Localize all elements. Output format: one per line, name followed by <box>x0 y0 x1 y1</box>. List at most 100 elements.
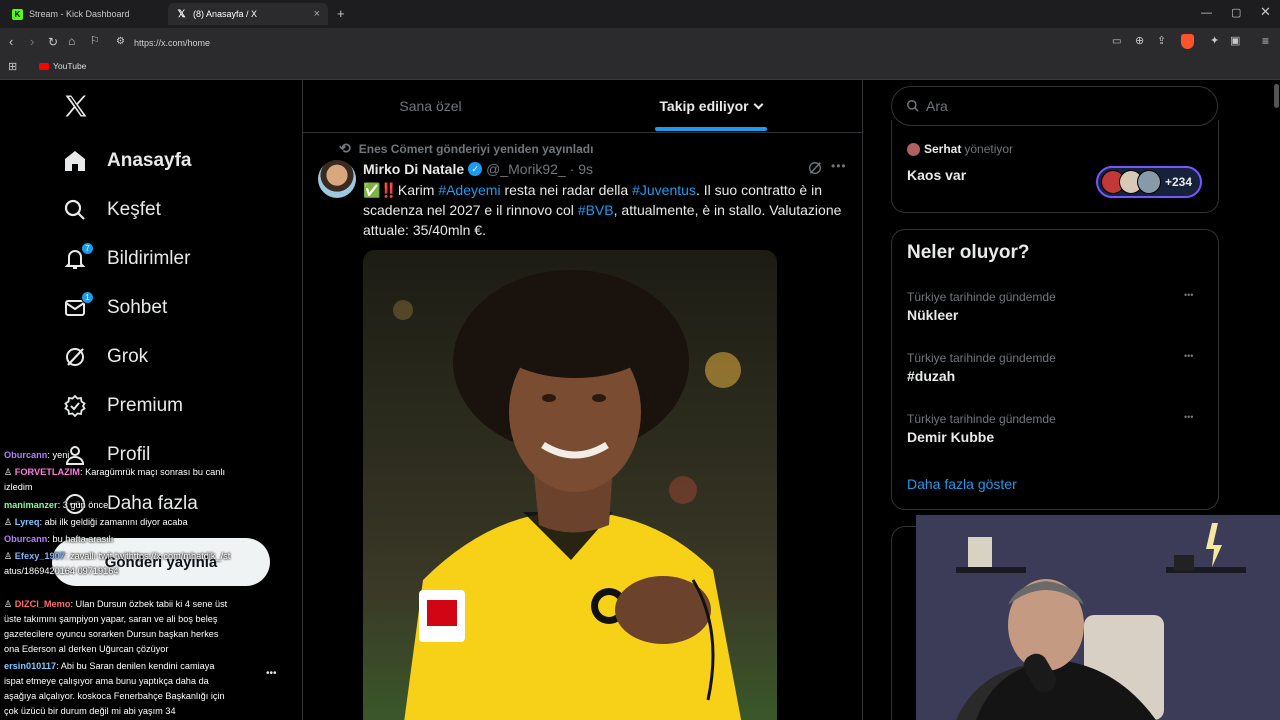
extensions-icon[interactable]: ✦ <box>1210 34 1219 48</box>
notification-badge: 7 <box>81 242 94 255</box>
chat-user: Lyreq <box>14 517 40 527</box>
back-icon[interactable]: ‹ <box>9 35 13 49</box>
nav-item-premium[interactable]: Premium <box>62 388 183 424</box>
tab-title: (8) Anasayfa / X <box>193 9 258 19</box>
trend-item[interactable]: Türkiye tarihinde gündemde #duzah ••• <box>892 347 1218 397</box>
chat-user: Oburcann <box>4 534 48 544</box>
tab-takip-ediliyor[interactable]: Takip ediliyor <box>603 80 818 132</box>
forward-icon[interactable]: › <box>30 35 34 49</box>
bookmark-label: YouTube <box>53 61 87 71</box>
share-icon[interactable]: ⇪ <box>1157 34 1166 48</box>
badge-icon: ♙ <box>4 517 15 527</box>
member-avatar <box>1137 170 1161 194</box>
badge-icon: ♙ <box>4 551 15 561</box>
post-more-icon[interactable]: ••• <box>831 159 847 173</box>
maximize-button[interactable]: ▢ <box>1231 6 1241 20</box>
account-more-icon[interactable]: ••• <box>266 668 277 679</box>
mail-icon: 1 <box>62 291 94 321</box>
post-text: ✅‼️Karim #Adeyemi resta nei radar della … <box>363 182 842 238</box>
minimize-button[interactable]: — <box>1201 6 1212 20</box>
avatar[interactable] <box>318 160 356 198</box>
webcam-overlay <box>916 515 1280 720</box>
close-window-button[interactable]: ✕ <box>1260 5 1271 19</box>
bookmark-youtube[interactable]: YouTube <box>39 61 86 71</box>
search-icon <box>907 100 919 112</box>
nav-item-anasayfa[interactable]: Anasayfa <box>62 143 192 179</box>
trend-more-icon[interactable]: ••• <box>1184 290 1193 300</box>
community-name: Kaos var <box>907 167 967 183</box>
x-logo-icon[interactable] <box>62 92 90 122</box>
home-browser-icon[interactable]: ⌂ <box>68 34 75 48</box>
manager-avatar <box>907 142 920 156</box>
chat-message: ♙ Efexy_1907: zavallı twit twithttps://x… <box>4 551 231 576</box>
reload-icon[interactable]: ↻ <box>48 35 58 49</box>
new-tab-button[interactable]: + <box>337 7 345 21</box>
trend-context: Türkiye tarihinde gündemde <box>907 290 1056 304</box>
tab-label: Takip ediliyor <box>659 98 749 114</box>
chat-message: Oburcann: bu hafta arasılı <box>4 534 114 544</box>
brave-shield-icon[interactable] <box>1181 34 1194 49</box>
nav-label: Anasayfa <box>107 150 192 171</box>
premium-icon <box>62 393 88 419</box>
author-handle[interactable]: @_Morik92_ <box>486 161 566 177</box>
tab-sana-ozel[interactable]: Sana özel <box>303 80 558 132</box>
menu-icon[interactable]: ≡ <box>1262 34 1269 48</box>
hashtag-juventus[interactable]: #Juventus <box>632 182 696 198</box>
trend-name: Demir Kubbe <box>907 429 995 445</box>
trend-name: #duzah <box>907 368 956 384</box>
hashtag-bvb[interactable]: #BVB <box>578 202 614 218</box>
apps-grid-icon[interactable]: ⊞ <box>8 60 17 74</box>
chevron-down-icon <box>753 99 764 109</box>
chat-message: Oburcann: yeni <box>4 450 70 460</box>
post-image[interactable] <box>363 250 777 720</box>
community-card[interactable]: Serhat yönetiyor Kaos var +234 <box>891 120 1219 213</box>
post-time[interactable]: · 9s <box>570 161 593 177</box>
nav-label: Bildirimler <box>107 248 191 269</box>
browser-tab-bar: K Stream - Kick Dashboard 𝕏 (8) Anasayfa… <box>0 0 1280 28</box>
zoom-icon[interactable]: ⊕ <box>1135 34 1144 48</box>
close-tab-icon[interactable]: × <box>314 8 320 20</box>
repost-text: Enes Cömert gönderiyi yeniden yayınladı <box>358 141 594 156</box>
community-members: +234 <box>1096 166 1202 198</box>
hashtag-adeyemi[interactable]: #Adeyemi <box>438 182 500 198</box>
grok-post-icon[interactable] <box>807 160 823 181</box>
chat-message: manimanzer: 3 gün önce <box>4 500 109 510</box>
trend-item[interactable]: Türkiye tarihinde gündemde Demir Kubbe •… <box>892 408 1218 458</box>
timeline: Sana özel Takip ediliyor ⟲ Enes Cömert g… <box>302 80 863 720</box>
address-bar[interactable]: https://x.com/home <box>110 33 1110 52</box>
trend-more-icon[interactable]: ••• <box>1184 351 1193 361</box>
bell-icon: 7 <box>62 242 94 272</box>
repost-note: ⟲ Enes Cömert gönderiyi yeniden yayınlad… <box>339 140 593 157</box>
show-more-link[interactable]: Daha fazla göster <box>907 476 1017 492</box>
trend-item[interactable]: Türkiye tarihinde gündemde Nükleer ••• <box>892 286 1218 336</box>
home-icon <box>62 148 88 174</box>
url-text: https://x.com/home <box>134 37 211 48</box>
author-name[interactable]: Mirko Di Natale <box>363 161 464 177</box>
nav-item-sohbet[interactable]: 1 Sohbet <box>62 290 167 326</box>
trend-name: Nükleer <box>907 307 959 323</box>
cast-icon[interactable]: ▭ <box>1112 35 1121 49</box>
chat-user: DIZCI_Memo <box>14 599 71 609</box>
member-count: +234 <box>1165 175 1193 189</box>
nav-item-grok[interactable]: Grok <box>62 339 148 375</box>
repost-icon: ⟲ <box>339 140 351 156</box>
player-photo <box>393 270 742 720</box>
chat-user: manimanzer <box>4 500 58 510</box>
webcam-feed <box>916 515 1280 720</box>
chat-user: Efexy_1907 <box>14 551 65 561</box>
trends-title: Neler oluyor? <box>907 242 1030 263</box>
search-icon <box>62 197 88 223</box>
browser-tab-x[interactable]: 𝕏 (8) Anasayfa / X × <box>168 3 328 25</box>
post[interactable]: ⟲ Enes Cömert gönderiyi yeniden yayınlad… <box>303 133 862 720</box>
trend-more-icon[interactable]: ••• <box>1184 412 1193 422</box>
chat-message: ♙ Lyreq: abi ilk geldiği zamanını diyor … <box>4 517 188 527</box>
chat-user: ersin010117 <box>4 661 57 671</box>
nav-item-kesfet[interactable]: Keşfet <box>62 192 161 228</box>
wallet-icon[interactable]: ▣ <box>1230 34 1240 48</box>
nav-item-bildirimler[interactable]: 7 Bildirimler <box>62 241 190 277</box>
search-placeholder: Ara <box>926 98 948 114</box>
bookmark-icon[interactable]: ⚐ <box>90 34 100 48</box>
browser-tab-kick[interactable]: K Stream - Kick Dashboard <box>4 3 166 25</box>
community-manager: Serhat yönetiyor <box>907 142 1013 156</box>
scrollbar[interactable] <box>1274 84 1279 108</box>
